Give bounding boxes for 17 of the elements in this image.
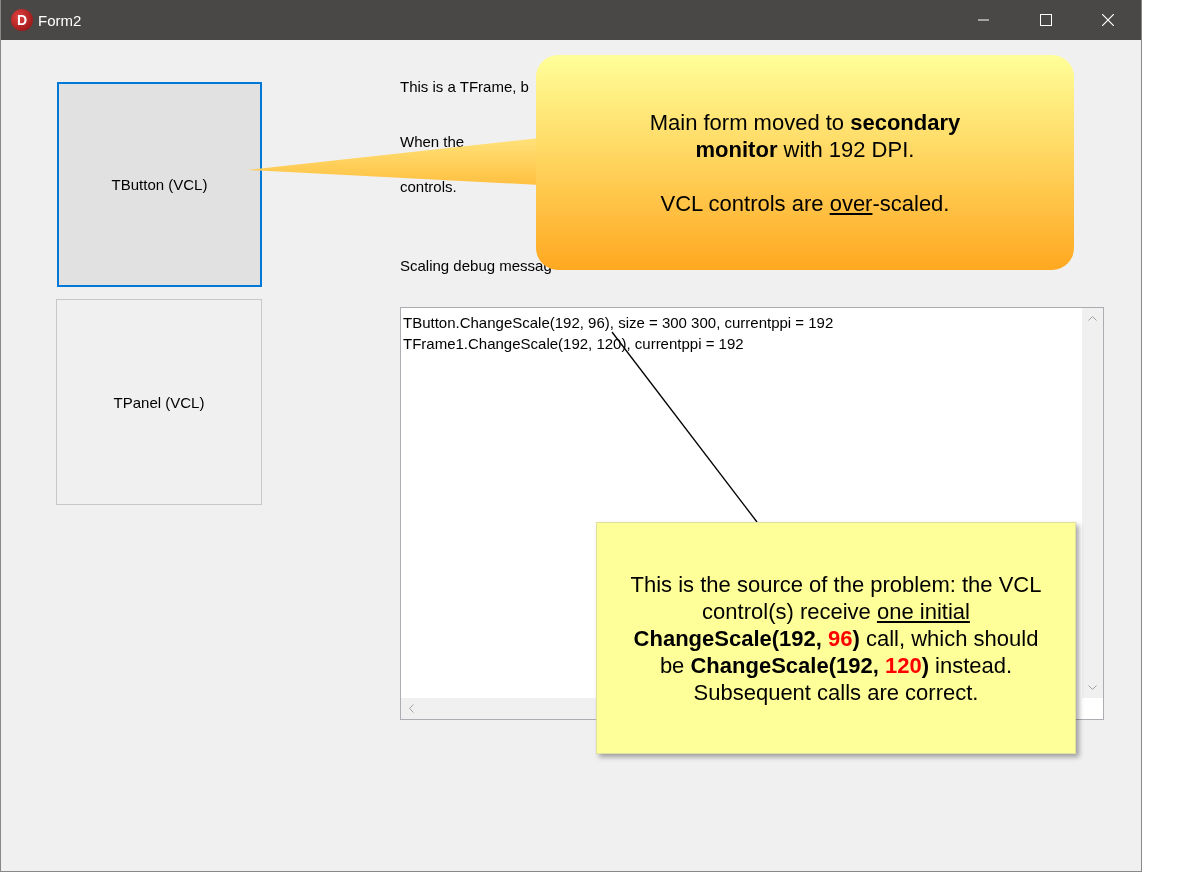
vertical-scrollbar[interactable] (1082, 308, 1103, 698)
callout-text: Main form moved to secondary monitor with 192 DPI. VCL controls are over-scaled. (649, 108, 961, 217)
maximize-icon[interactable] (1040, 14, 1052, 26)
panel-label: TPanel (VCL) (113, 393, 205, 411)
scroll-up-icon[interactable] (1088, 316, 1097, 321)
frame-text: controls. (400, 177, 457, 197)
window-title: Form2 (38, 11, 82, 29)
frame-text: When the (400, 132, 465, 152)
memo-line: TButton.ChangeScale(192, 96), size = 300 300, currentppi = 192 (403, 313, 834, 333)
scroll-left-icon[interactable] (409, 704, 414, 713)
scroll-down-icon[interactable] (1088, 685, 1097, 690)
app-logo-icon: D (11, 9, 33, 31)
horizontal-scrollbar[interactable] (401, 698, 596, 719)
tbutton[interactable]: TButton (VCL) (57, 82, 262, 287)
callout-text: This is the source of the problem: the VCL control(s) receive one initial ChangeScale(192, 96) call, which should be ChangeScale(192, 120) instead. Subsequent calls are correct. (630, 570, 1042, 706)
close-icon[interactable] (1102, 14, 1114, 26)
frame-text: This is a TFrame, b (400, 77, 529, 97)
